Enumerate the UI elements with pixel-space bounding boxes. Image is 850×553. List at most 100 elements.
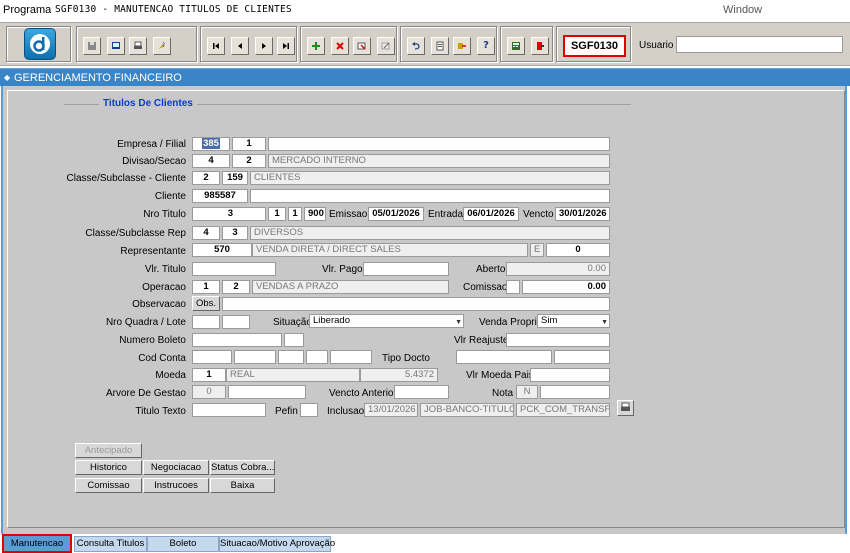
vlr-pago-field[interactable] xyxy=(363,262,449,276)
secao-field[interactable]: 2 xyxy=(232,154,266,168)
obs-button[interactable]: Obs. xyxy=(192,296,220,311)
divisao-desc-field: MERCADO INTERNO xyxy=(268,154,610,168)
nro-titulo-field[interactable]: 3 xyxy=(192,207,266,221)
tipo-docto-field[interactable] xyxy=(456,350,552,364)
empresa-desc-field[interactable] xyxy=(268,137,610,151)
vencto-anterior-label: Vencto Anterior xyxy=(329,388,397,399)
cod-conta-3-field[interactable] xyxy=(278,350,304,364)
help-icon[interactable]: ? xyxy=(477,37,495,55)
operacao-label: Operacao xyxy=(142,282,186,293)
save-icon[interactable] xyxy=(83,37,101,55)
representante-field[interactable]: 570 xyxy=(192,243,252,257)
export-icon[interactable] xyxy=(453,37,471,55)
cod-conta-4-field[interactable] xyxy=(306,350,328,364)
comissao-flag-field[interactable] xyxy=(506,280,520,294)
vencto-anterior-field[interactable] xyxy=(394,385,449,399)
toolbar-group-tools: ? xyxy=(400,26,498,63)
cod-conta-2-field[interactable] xyxy=(234,350,276,364)
last-record-icon[interactable] xyxy=(277,37,295,55)
tab-boleto[interactable]: Boleto xyxy=(147,536,219,552)
boleto-field[interactable] xyxy=(192,333,282,347)
tipo-docto-label: Tipo Docto xyxy=(382,353,430,364)
delete-record-icon[interactable] xyxy=(331,37,349,55)
cod-conta-1-field[interactable] xyxy=(192,350,232,364)
menu-programa[interactable]: Programa xyxy=(3,4,51,16)
moeda-pais-field[interactable] xyxy=(530,368,610,382)
exit-icon[interactable] xyxy=(531,37,549,55)
divisao-field[interactable]: 4 xyxy=(192,154,230,168)
lote-field[interactable] xyxy=(222,315,250,329)
clear-record-icon[interactable] xyxy=(377,37,395,55)
nota-label: Nota xyxy=(492,388,514,399)
collapse-arrow-icon[interactable]: ◆ xyxy=(4,73,10,82)
empresa-field[interactable]: 385 xyxy=(192,137,230,151)
first-record-icon[interactable] xyxy=(207,37,225,55)
quadra-field[interactable] xyxy=(192,315,220,329)
print-icon[interactable] xyxy=(617,400,634,416)
filial-field[interactable]: 1 xyxy=(232,137,266,151)
undo-icon[interactable] xyxy=(407,37,425,55)
entrada-field[interactable]: 06/01/2026 xyxy=(463,207,519,221)
classe-rep-field[interactable]: 4 xyxy=(192,226,220,240)
reajuste-label: Vlr Reajuste xyxy=(454,335,509,346)
nota-desc-field[interactable] xyxy=(540,385,610,399)
boleto-dv-field[interactable] xyxy=(284,333,304,347)
moeda-valor-field: 5.4372 xyxy=(360,368,438,382)
arvore-desc-field[interactable] xyxy=(228,385,306,399)
menu-window[interactable]: Window xyxy=(723,4,762,16)
representante-val-field[interactable]: 0 xyxy=(546,243,610,257)
aberto-field: 0.00 xyxy=(506,262,610,276)
moeda-field[interactable]: 1 xyxy=(192,368,226,382)
subclasse-rep-field[interactable]: 3 xyxy=(222,226,248,240)
subclasse-field[interactable]: 159 xyxy=(222,171,248,185)
vencto-field[interactable]: 30/01/2026 xyxy=(555,207,610,221)
emissao-field[interactable]: 05/01/2026 xyxy=(368,207,424,221)
negociacao-button[interactable]: Negociacao xyxy=(143,460,209,475)
historico-button[interactable]: Historico xyxy=(75,460,142,475)
tipo-docto-desc-field[interactable] xyxy=(554,350,610,364)
classe-field[interactable]: 2 xyxy=(192,171,220,185)
pefin-field[interactable] xyxy=(300,403,318,417)
antecipado-button[interactable]: Antecipado xyxy=(75,443,142,458)
print-preview-icon[interactable] xyxy=(129,37,147,55)
cod-conta-5-field[interactable] xyxy=(330,350,372,364)
baixa-button[interactable]: Baixa xyxy=(210,478,275,493)
operacao-b-field[interactable]: 2 xyxy=(222,280,250,294)
venda-propria-select[interactable]: Sim ▼ xyxy=(537,314,610,328)
nro-titulo-a-field[interactable]: 1 xyxy=(268,207,286,221)
cliente-desc-field[interactable] xyxy=(250,189,610,203)
tab-consulta-titulos[interactable]: Consulta Titulos xyxy=(74,536,147,552)
toolbar-group-extra xyxy=(500,26,554,63)
nro-titulo-b-field[interactable]: 1 xyxy=(288,207,302,221)
comissao-button[interactable]: Comissao xyxy=(75,478,142,493)
usuario-input[interactable] xyxy=(676,36,843,53)
comissao-label: Comissao xyxy=(463,282,508,293)
status-cobra-button[interactable]: Status Cobra... xyxy=(210,460,275,475)
next-record-icon[interactable] xyxy=(255,37,273,55)
nro-titulo-c-field[interactable]: 900 xyxy=(304,207,326,221)
tab-manutencao[interactable]: Manutencao xyxy=(2,534,72,553)
operacao-desc-field: VENDAS A PRAZO xyxy=(252,280,449,294)
observacao-field[interactable] xyxy=(222,297,610,311)
cliente-field[interactable]: 985587 xyxy=(192,189,248,203)
chevron-down-icon: ▼ xyxy=(455,319,462,326)
inclusao-proc-field: PCK_COM_TRANSF_N xyxy=(516,403,610,417)
classe-rep-label: Classe/Subclasse Rep xyxy=(85,228,186,239)
tab-situacao-motivo[interactable]: Situacao/Motivo Aprovação xyxy=(219,536,335,552)
reajuste-field[interactable] xyxy=(506,333,610,347)
instrucoes-button[interactable]: Instrucoes xyxy=(143,478,209,493)
comissao-field[interactable]: 0.00 xyxy=(522,280,610,294)
clipboard-icon[interactable] xyxy=(431,37,449,55)
help-tool-icon[interactable]: ? xyxy=(153,37,171,55)
previous-record-icon[interactable] xyxy=(231,37,249,55)
aberto-label: Aberto xyxy=(476,264,506,275)
calculator-icon[interactable] xyxy=(507,37,525,55)
operacao-field[interactable]: 1 xyxy=(192,280,220,294)
divisao-label: Divisao/Secao xyxy=(122,156,186,167)
edit-record-icon[interactable] xyxy=(353,37,371,55)
situacao-select[interactable]: Liberado ▼ xyxy=(309,314,464,328)
vlr-titulo-field[interactable] xyxy=(192,262,276,276)
titulo-texto-field[interactable] xyxy=(192,403,266,417)
insert-record-icon[interactable] xyxy=(307,37,325,55)
screen-icon[interactable] xyxy=(107,37,125,55)
